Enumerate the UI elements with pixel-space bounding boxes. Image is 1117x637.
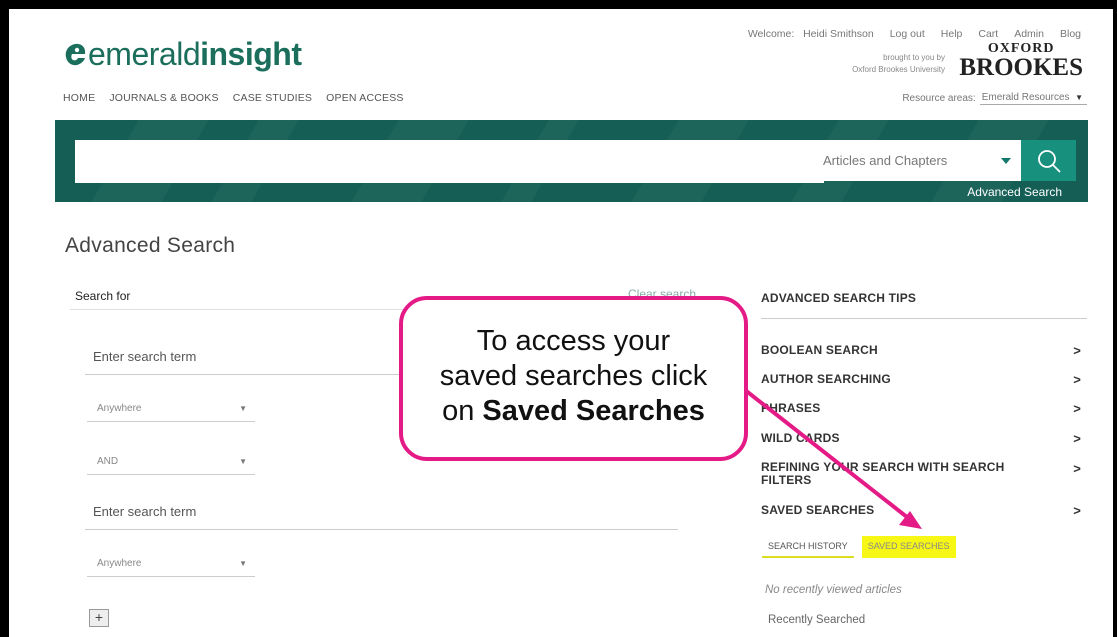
callout-line-2: saved searches click [439,360,708,392]
callout-line-3: on Saved Searches [442,395,705,427]
instruction-callout: To access your saved searches click on S… [399,296,748,461]
callout-line-1: To access your [476,325,671,357]
